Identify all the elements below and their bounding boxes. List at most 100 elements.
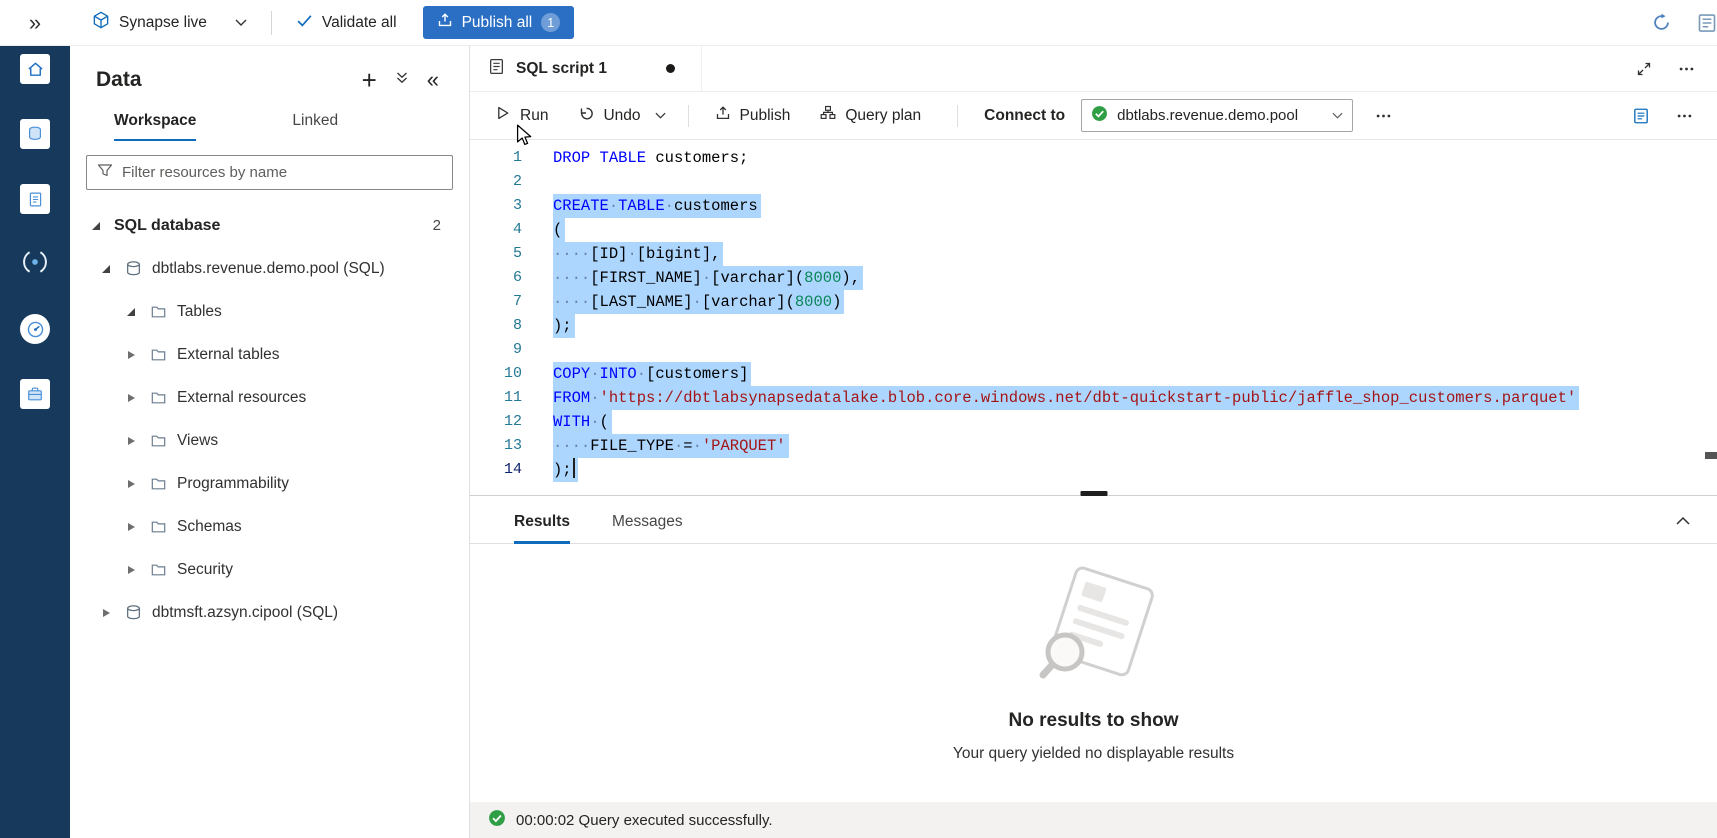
tab-sql-script-1[interactable]: SQL script 1 — [470, 46, 702, 91]
clipboard-button[interactable] — [1697, 13, 1717, 33]
nav-develop-button[interactable] — [20, 184, 50, 214]
code-line-text[interactable]: CREATE·TABLE·customers — [553, 194, 761, 218]
splitter-handle[interactable] — [1080, 491, 1107, 496]
publish-button[interactable]: Publish — [715, 105, 791, 126]
synapse-live-selector[interactable]: Synapse live — [92, 11, 247, 34]
code-line-text[interactable]: ····[FIRST_NAME]·[varchar](8000), — [553, 266, 863, 290]
nav-monitor-button[interactable] — [20, 314, 50, 344]
line-number[interactable]: 11 — [470, 386, 522, 410]
tree-item-schemas[interactable]: Schemas — [70, 505, 469, 548]
code-line[interactable]: 4( — [470, 218, 1717, 242]
code-line[interactable]: 11 FROM·'https://dbtlabsynapsedatalake.bl… — [470, 386, 1717, 410]
code-line[interactable]: 14); — [470, 458, 1717, 482]
filter-input[interactable] — [122, 164, 442, 181]
editor-more-button[interactable] — [1676, 108, 1693, 124]
line-number[interactable]: 8 — [470, 314, 522, 338]
code-line[interactable]: 8); — [470, 314, 1717, 338]
line-number[interactable]: 4 — [470, 218, 522, 242]
line-number[interactable]: 5 — [470, 242, 522, 266]
line-number[interactable]: 7 — [470, 290, 522, 314]
toolbar-more-button[interactable] — [1375, 108, 1392, 124]
code-line[interactable]: 5 ····[ID]·[bigint], — [470, 242, 1717, 266]
publish-icon — [715, 105, 731, 126]
tab-messages[interactable]: Messages — [612, 500, 683, 543]
chevron-collapsed-icon[interactable] — [123, 433, 139, 449]
code-line[interactable]: 13 ····FILE_TYPE·=·'PARQUET' — [470, 434, 1717, 458]
publish-all-button[interactable]: Publish all 1 — [423, 6, 575, 39]
code-line[interactable]: 3 CREATE·TABLE·customers — [470, 194, 1717, 218]
tree-item-external-tables[interactable]: External tables — [70, 333, 469, 376]
undo-dropdown-button[interactable] — [655, 107, 666, 125]
collapse-results-button[interactable] — [1675, 513, 1691, 531]
line-number[interactable]: 10 — [470, 362, 522, 386]
code-line[interactable]: 1 DROP TABLE customers; — [470, 146, 1717, 170]
chevron-collapsed-icon[interactable] — [98, 605, 114, 621]
code-line[interactable]: 7 ····[LAST_NAME]·[varchar](8000) — [470, 290, 1717, 314]
tab-workspace[interactable]: Workspace — [114, 112, 196, 141]
code-line-text[interactable]: ( — [553, 218, 565, 242]
chevron-collapsed-icon[interactable] — [123, 519, 139, 535]
code-line[interactable]: 12 WITH·( — [470, 410, 1717, 434]
tree-item-security[interactable]: Security — [70, 548, 469, 591]
code-line-text[interactable]: ); — [553, 458, 578, 482]
chevron-collapsed-icon[interactable] — [123, 390, 139, 406]
chevron-expanded-icon[interactable] — [98, 261, 114, 277]
line-number[interactable]: 13 — [470, 434, 522, 458]
chevron-collapsed-icon[interactable] — [123, 562, 139, 578]
tree-item-external-resources[interactable]: External resources — [70, 376, 469, 419]
code-line[interactable]: 10 COPY·INTO·[customers] — [470, 362, 1717, 386]
properties-button[interactable] — [1632, 107, 1650, 125]
tree-item-tables[interactable]: Tables — [70, 290, 469, 333]
tree-item-label: Tables — [177, 303, 222, 321]
code-line[interactable]: 6 ····[FIRST_NAME]·[varchar](8000), — [470, 266, 1717, 290]
chevron-up-icon — [1675, 513, 1691, 531]
line-number[interactable]: 3 — [470, 194, 522, 218]
code-line-text[interactable]: ); — [553, 314, 575, 338]
code-line-text[interactable]: FROM·'https://dbtlabsynapsedatalake.blob… — [553, 386, 1579, 410]
add-resource-button[interactable]: + — [362, 69, 377, 91]
run-button[interactable]: Run — [496, 105, 548, 126]
tab-linked[interactable]: Linked — [292, 112, 338, 141]
sql-code-editor[interactable]: 1 DROP TABLE customers; 23 CREATE·TABLE·cus… — [470, 140, 1717, 490]
actions-menu-button[interactable] — [394, 70, 410, 90]
line-number[interactable]: 12 — [470, 410, 522, 434]
undo-button[interactable]: Undo — [578, 105, 640, 126]
tree-item-views[interactable]: Views — [70, 419, 469, 462]
line-number[interactable]: 9 — [470, 338, 522, 362]
more-actions-button[interactable] — [1678, 61, 1695, 77]
code-line[interactable]: 9 — [470, 338, 1717, 362]
code-line-text[interactable]: ····[LAST_NAME]·[varchar](8000) — [553, 290, 844, 314]
line-number[interactable]: 1 — [470, 146, 522, 170]
nav-integrate-button[interactable] — [20, 249, 50, 279]
chevron-collapsed-icon[interactable] — [123, 476, 139, 492]
collapse-panel-button[interactable]: « — [427, 69, 439, 91]
line-number[interactable]: 2 — [470, 170, 522, 194]
code-line-text[interactable]: COPY·INTO·[customers] — [553, 362, 751, 386]
nav-expand-button[interactable]: » — [0, 12, 70, 34]
code-line-text[interactable]: ····FILE_TYPE·=·'PARQUET' — [553, 434, 789, 458]
code-line[interactable]: 2 — [470, 170, 1717, 194]
pool-select[interactable]: dbtlabs.revenue.demo.pool — [1081, 99, 1353, 132]
validate-all-label: Validate all — [322, 14, 397, 32]
tree-item-dbtmsft-azsyn-cipool-sql[interactable]: dbtmsft.azsyn.cipool (SQL) — [70, 591, 469, 634]
chevron-expanded-icon[interactable] — [88, 218, 104, 234]
nav-data-button[interactable] — [20, 119, 50, 149]
nav-home-button[interactable] — [20, 54, 50, 84]
code-line-text[interactable]: ····[ID]·[bigint], — [553, 242, 723, 266]
line-number[interactable]: 6 — [470, 266, 522, 290]
code-line-text[interactable]: WITH·( — [553, 410, 612, 434]
code-line-text[interactable]: DROP TABLE customers; — [553, 146, 748, 170]
line-number[interactable]: 14 — [470, 458, 522, 482]
refresh-button[interactable] — [1652, 13, 1671, 32]
panel-splitter[interactable] — [470, 490, 1717, 500]
query-plan-button[interactable]: Query plan — [820, 105, 921, 126]
chevron-expanded-icon[interactable] — [123, 304, 139, 320]
tree-item-dbtlabs-revenue-demo-pool-sql[interactable]: dbtlabs.revenue.demo.pool (SQL) — [70, 247, 469, 290]
validate-all-button[interactable]: Validate all — [296, 12, 397, 34]
tab-results[interactable]: Results — [514, 500, 570, 543]
tree-item-programmability[interactable]: Programmability — [70, 462, 469, 505]
chevron-collapsed-icon[interactable] — [123, 347, 139, 363]
expand-editor-button[interactable] — [1636, 61, 1652, 77]
nav-manage-button[interactable] — [20, 379, 50, 409]
tree-item-sql-database[interactable]: SQL database2 — [70, 204, 469, 247]
